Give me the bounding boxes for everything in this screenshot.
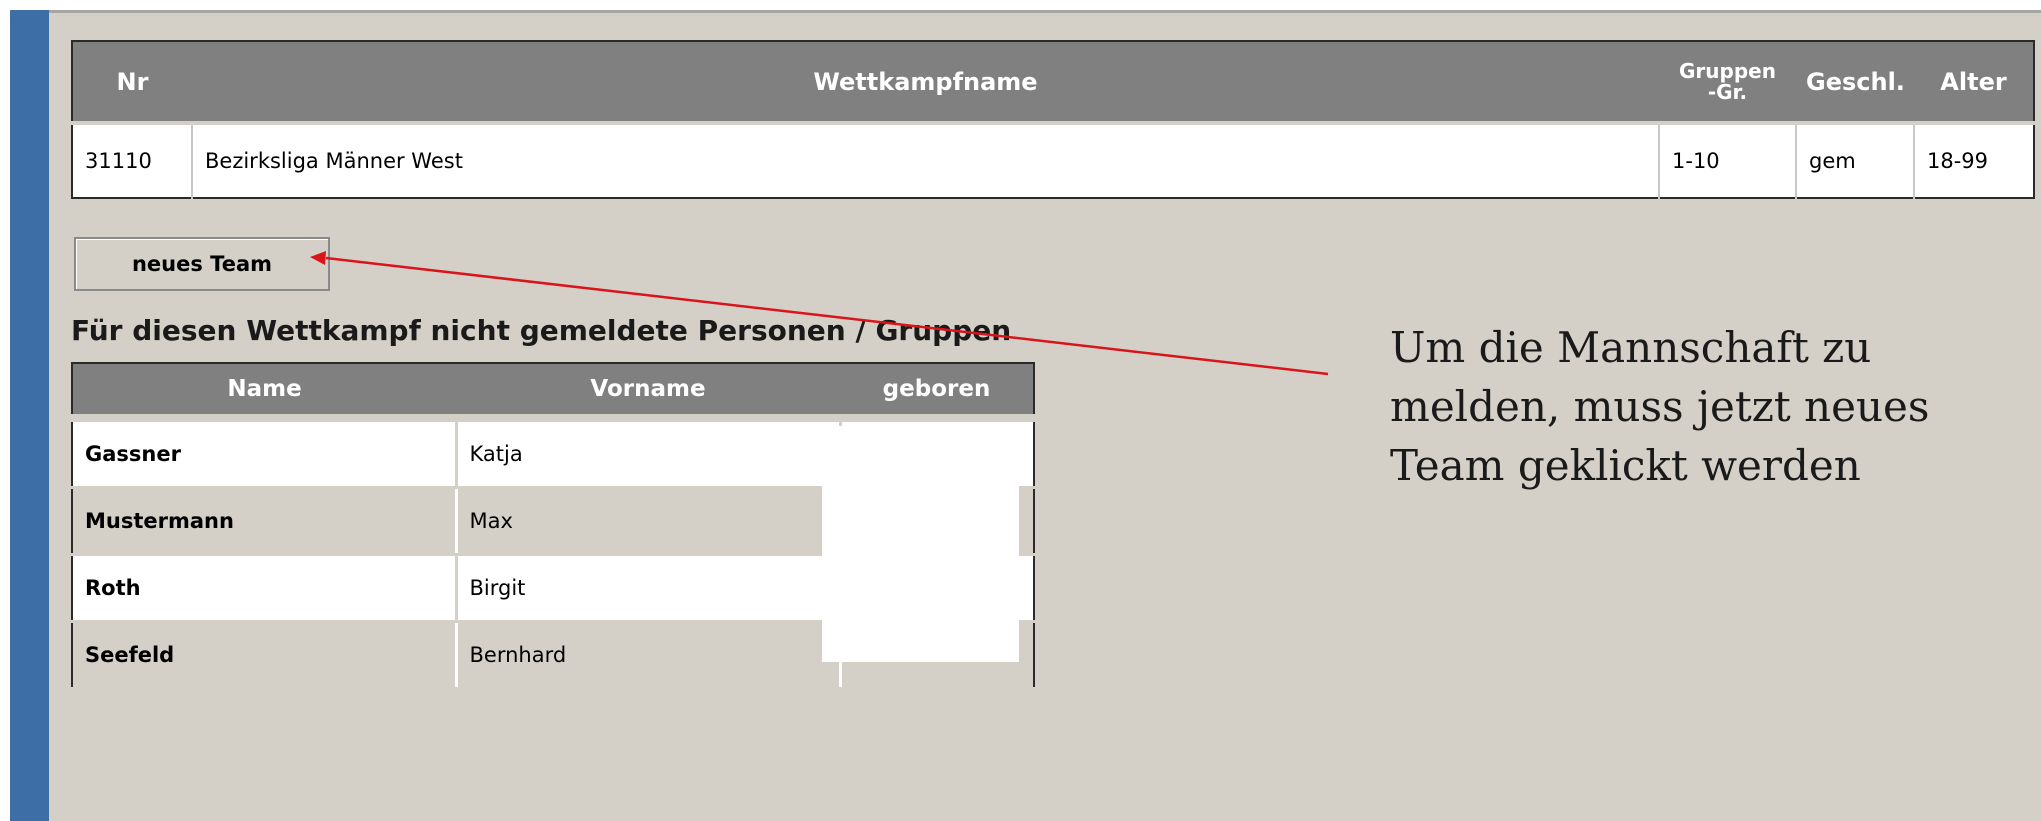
annotation-arrow — [310, 251, 1329, 376]
